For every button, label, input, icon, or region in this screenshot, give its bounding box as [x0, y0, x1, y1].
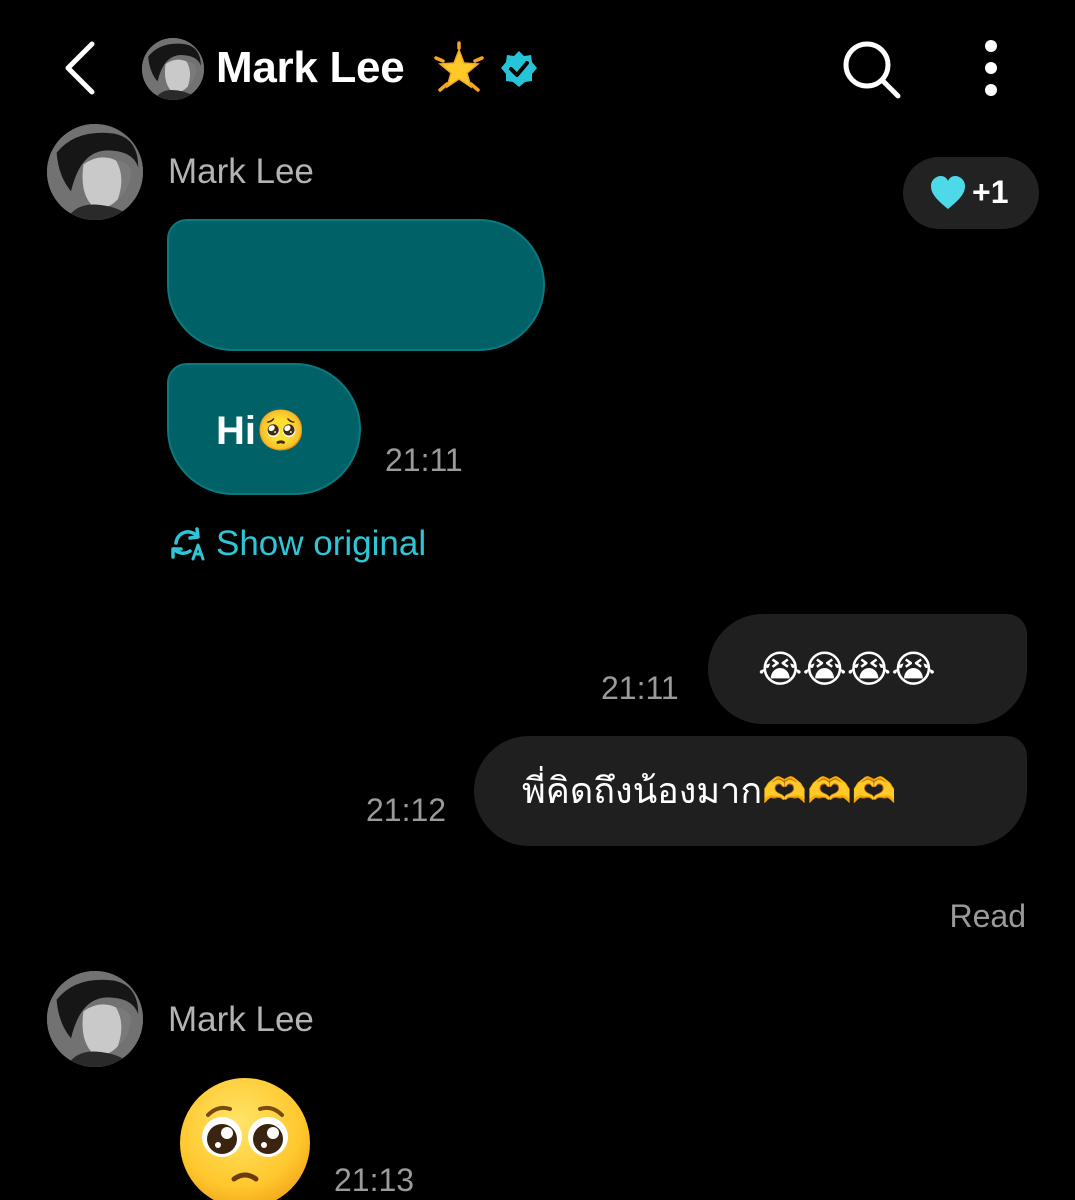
search-button[interactable]: [838, 36, 904, 102]
glowing-star-icon: [434, 41, 484, 92]
sender-avatar[interactable]: [47, 971, 143, 1067]
more-options-button[interactable]: [968, 36, 1014, 102]
message-time: 21:13: [334, 1162, 415, 1198]
read-status: Read: [949, 898, 1027, 934]
reaction-pill[interactable]: [903, 157, 1039, 229]
avatar-image: [47, 971, 143, 1067]
message-bubble-outgoing[interactable]: 😭😭😭😭: [708, 614, 1027, 724]
message-bubble-outgoing[interactable]: พี่คิดถึงน้องมาก🫶🫶🫶: [474, 736, 1027, 846]
sender-name: Mark Lee: [168, 1000, 314, 1039]
avatar-image: [142, 38, 204, 100]
header-avatar[interactable]: [142, 38, 204, 100]
pleading-face-icon[interactable]: [178, 1075, 312, 1200]
message-bubble-blank[interactable]: [167, 219, 545, 351]
chevron-left-icon: [65, 41, 95, 95]
reaction-count: +1: [972, 174, 1009, 210]
message-time: 21:11: [601, 670, 679, 706]
message-time: 21:12: [366, 792, 447, 828]
message-bubble[interactable]: Hi🥺: [167, 363, 361, 495]
avatar-image: [47, 124, 143, 220]
show-original-label: Show original: [216, 524, 427, 563]
more-vertical-icon: [985, 40, 997, 96]
verified-badge-icon: [501, 51, 537, 87]
back-button[interactable]: [52, 36, 112, 100]
message-text: พี่คิดถึงน้องมาก🫶🫶🫶: [522, 771, 897, 812]
translate-refresh-icon: [171, 527, 205, 561]
message-time: 21:11: [385, 442, 463, 478]
message-text: 😭😭😭😭: [758, 649, 936, 691]
sender-name: Mark Lee: [168, 152, 314, 191]
message-text: Hi🥺: [216, 409, 306, 453]
heart-icon: [931, 176, 965, 209]
search-icon: [843, 41, 901, 99]
sender-avatar[interactable]: [47, 124, 143, 220]
chat-title: Mark Lee: [216, 43, 405, 92]
